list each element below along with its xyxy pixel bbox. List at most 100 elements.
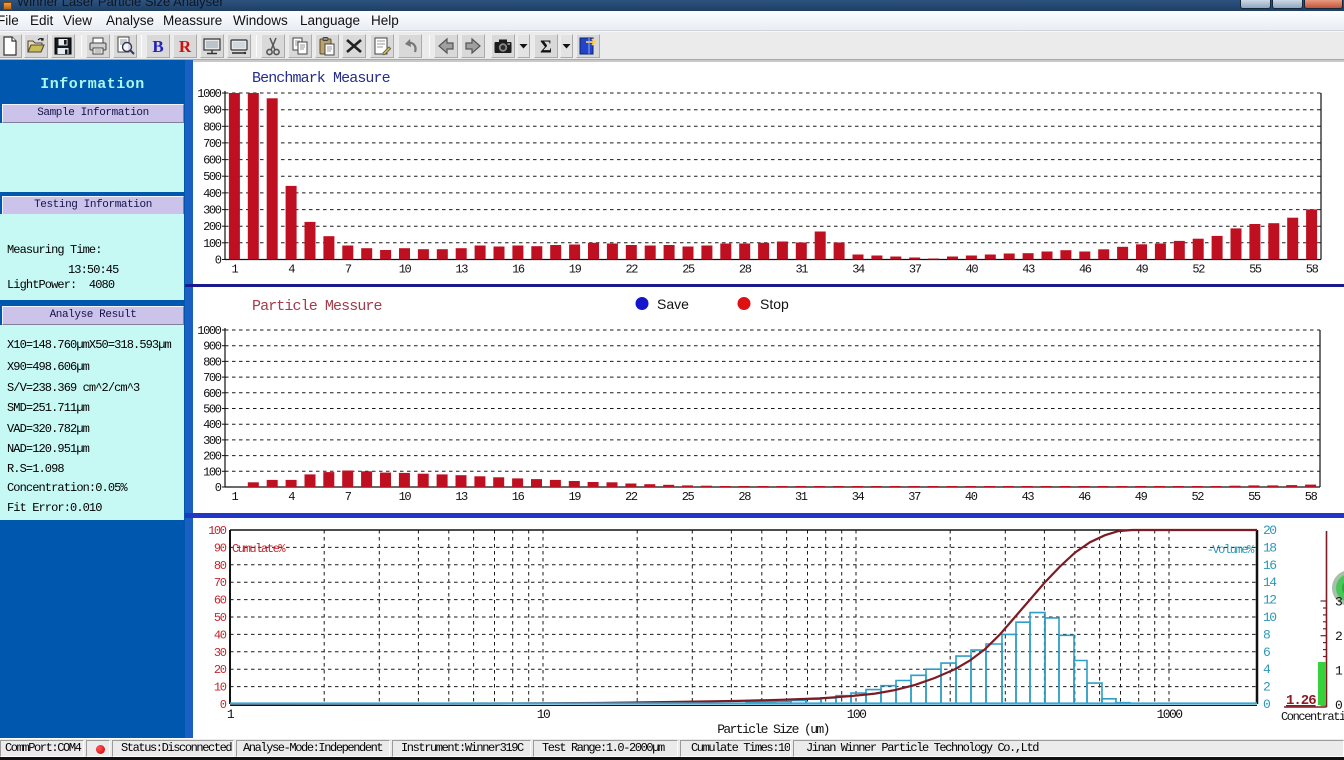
- svg-text:34: 34: [852, 490, 865, 504]
- svg-text:40: 40: [965, 490, 978, 504]
- svg-text:46: 46: [1078, 490, 1091, 504]
- svg-text:14: 14: [1263, 575, 1277, 590]
- svg-text:34: 34: [852, 263, 865, 277]
- svg-text:12: 12: [1263, 593, 1276, 608]
- svg-text:55: 55: [1249, 263, 1262, 277]
- svg-text:1000: 1000: [1157, 707, 1183, 722]
- svg-text:46: 46: [1079, 263, 1092, 277]
- svg-text:1: 1: [1335, 664, 1343, 679]
- svg-text:6: 6: [1263, 645, 1270, 660]
- svg-text:0: 0: [215, 481, 222, 495]
- svg-text:500: 500: [203, 403, 222, 417]
- svg-text:100: 100: [208, 524, 227, 538]
- svg-text:13: 13: [455, 263, 468, 277]
- svg-text:43: 43: [1022, 263, 1035, 277]
- svg-text:-Volume%: -Volume%: [1207, 543, 1256, 557]
- svg-text:25: 25: [682, 263, 695, 277]
- svg-text:10: 10: [399, 490, 412, 504]
- svg-text:1: 1: [231, 490, 238, 504]
- svg-text:400: 400: [203, 418, 222, 432]
- svg-text:0: 0: [220, 698, 227, 712]
- svg-text:20: 20: [214, 663, 227, 677]
- svg-text:800: 800: [203, 120, 222, 134]
- svg-text:37: 37: [909, 263, 922, 277]
- svg-text:100: 100: [847, 707, 866, 722]
- svg-text:300: 300: [203, 434, 222, 448]
- svg-text:16: 16: [512, 263, 525, 277]
- svg-text:49: 49: [1135, 490, 1148, 504]
- svg-text:10: 10: [214, 681, 227, 695]
- svg-text:0: 0: [1263, 697, 1270, 712]
- svg-text:4: 4: [288, 263, 295, 277]
- svg-text:3: 3: [1335, 595, 1342, 610]
- svg-text:22: 22: [625, 263, 638, 277]
- svg-text:Save: Save: [657, 296, 689, 312]
- svg-text:600: 600: [203, 154, 222, 168]
- svg-text:70: 70: [214, 576, 227, 590]
- svg-text:37: 37: [908, 490, 921, 504]
- svg-text:700: 700: [203, 371, 222, 385]
- svg-text:7: 7: [345, 490, 352, 504]
- svg-text:100: 100: [203, 237, 222, 251]
- svg-text:300: 300: [203, 204, 222, 218]
- svg-text:Cumulate%: Cumulate%: [232, 542, 286, 556]
- svg-text:90: 90: [214, 541, 227, 555]
- svg-text:200: 200: [203, 220, 222, 234]
- svg-text:19: 19: [568, 490, 581, 504]
- svg-text:16: 16: [1263, 558, 1276, 573]
- svg-text:58: 58: [1306, 263, 1319, 277]
- svg-text:900: 900: [203, 340, 222, 354]
- svg-text:28: 28: [738, 490, 751, 504]
- svg-text:58: 58: [1305, 490, 1318, 504]
- svg-text:49: 49: [1136, 263, 1149, 277]
- svg-text:4: 4: [288, 490, 295, 504]
- svg-text:80: 80: [214, 559, 227, 573]
- svg-text:40: 40: [966, 263, 979, 277]
- svg-text:400: 400: [203, 187, 222, 201]
- svg-text:Stop: Stop: [760, 296, 789, 312]
- svg-text:Concentration: Concentration: [1281, 710, 1344, 724]
- svg-text:0: 0: [215, 254, 222, 268]
- svg-text:1: 1: [227, 707, 235, 722]
- svg-text:25: 25: [682, 490, 695, 504]
- svg-text:800: 800: [203, 355, 222, 369]
- svg-text:18: 18: [1263, 540, 1276, 555]
- svg-text:7: 7: [345, 263, 352, 277]
- svg-text:10: 10: [1263, 610, 1276, 625]
- svg-text:30: 30: [214, 646, 227, 660]
- svg-text:100: 100: [203, 465, 222, 479]
- svg-text:Particle Size (um): Particle Size (um): [717, 722, 829, 737]
- svg-text:700: 700: [203, 137, 222, 151]
- svg-text:4: 4: [1263, 662, 1271, 677]
- svg-text:1.26: 1.26: [1286, 693, 1316, 709]
- svg-text:2: 2: [1335, 629, 1342, 644]
- svg-text:1000: 1000: [197, 324, 221, 338]
- svg-text:43: 43: [1022, 490, 1035, 504]
- svg-text:55: 55: [1248, 490, 1261, 504]
- svg-text:19: 19: [569, 263, 582, 277]
- svg-text:200: 200: [203, 450, 222, 464]
- svg-text:Benchmark Measure: Benchmark Measure: [252, 70, 391, 87]
- svg-text:13: 13: [455, 490, 468, 504]
- svg-text:52: 52: [1192, 263, 1205, 277]
- svg-text:8: 8: [1263, 627, 1270, 642]
- svg-text:600: 600: [203, 387, 222, 401]
- svg-text:28: 28: [739, 263, 752, 277]
- svg-text:10: 10: [537, 707, 550, 722]
- svg-text:52: 52: [1191, 490, 1204, 504]
- svg-text:40: 40: [214, 628, 227, 642]
- svg-text:1: 1: [231, 263, 238, 277]
- svg-text:16: 16: [512, 490, 525, 504]
- svg-text:2: 2: [1263, 680, 1270, 695]
- svg-text:31: 31: [795, 263, 808, 277]
- svg-text:50: 50: [214, 611, 227, 625]
- svg-text:31: 31: [795, 490, 808, 504]
- svg-text:10: 10: [399, 263, 412, 277]
- svg-text:Particle Messure: Particle Messure: [252, 298, 383, 315]
- svg-text:22: 22: [625, 490, 638, 504]
- svg-text:900: 900: [203, 104, 222, 118]
- svg-text:20: 20: [1263, 523, 1276, 538]
- svg-text:1000: 1000: [197, 87, 221, 101]
- svg-text:500: 500: [203, 170, 222, 184]
- svg-text:60: 60: [214, 594, 227, 608]
